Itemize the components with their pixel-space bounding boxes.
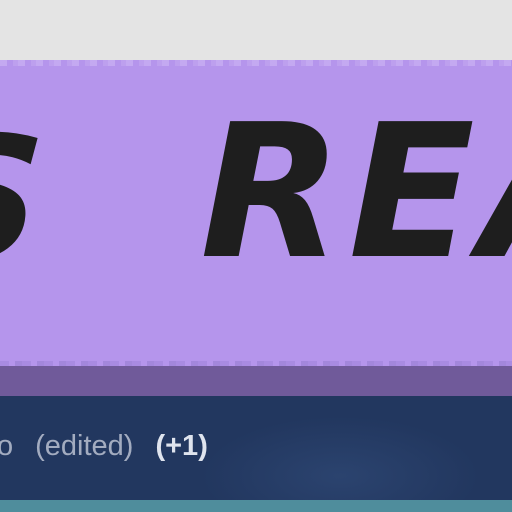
meta-bar-glow (200, 416, 480, 512)
revision-count-badge[interactable]: (+1) (155, 430, 207, 463)
post-meta-row: o (edited) (+1) (0, 426, 208, 466)
banner-lettering: S REA (0, 84, 512, 300)
screenshot-frame: S REA o (edited) (+1) (0, 0, 512, 512)
top-strip (0, 0, 512, 64)
title-banner-image: S REA (0, 60, 512, 366)
banner-fragment-right: REA (200, 84, 512, 300)
bottom-teal-strip (0, 500, 512, 512)
banner-shadow-band (0, 366, 512, 396)
author-name-fragment[interactable]: o (0, 430, 13, 463)
post-meta-bar: o (edited) (+1) (0, 396, 512, 512)
banner-fragment-left: S (0, 101, 50, 299)
edited-indicator[interactable]: (edited) (35, 430, 133, 463)
